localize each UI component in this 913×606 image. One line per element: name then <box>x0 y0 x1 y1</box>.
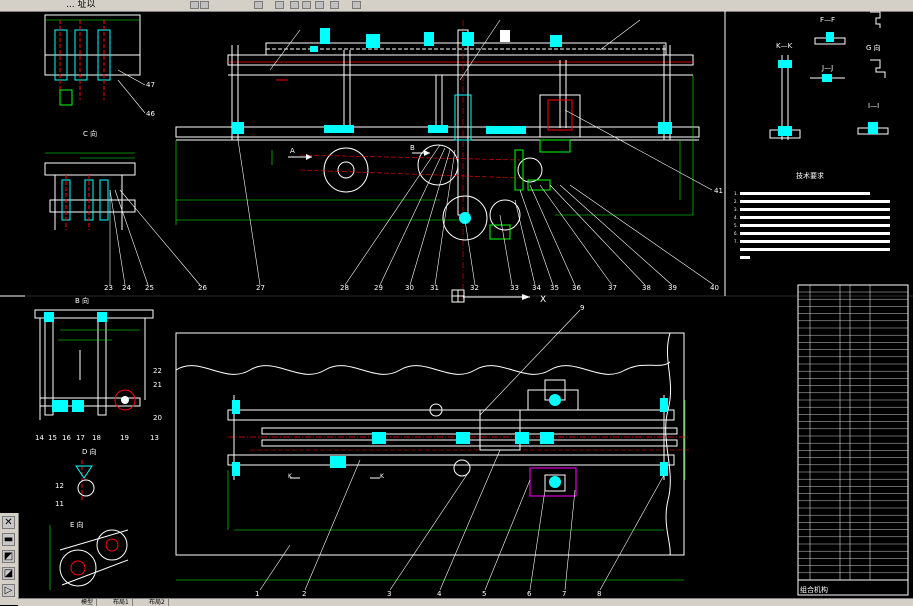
svg-text:11: 11 <box>55 500 64 508</box>
svg-text:46: 46 <box>146 110 155 118</box>
svg-text:1: 1 <box>255 590 259 598</box>
svg-text:D 向: D 向 <box>82 447 97 456</box>
svg-text:23: 23 <box>104 284 113 292</box>
svg-text:17: 17 <box>76 434 85 442</box>
title-block-name: 组合机构 <box>800 585 828 594</box>
b-view-title: B 向 <box>75 296 89 305</box>
svg-text:5: 5 <box>482 590 486 598</box>
save-icon[interactable] <box>190 1 199 9</box>
svg-text:27: 27 <box>256 284 265 292</box>
svg-text:34: 34 <box>532 284 541 292</box>
svg-text:32: 32 <box>470 284 479 292</box>
palette-icon[interactable]: ◩ <box>2 550 15 563</box>
tech-title: 技术要求 <box>796 171 824 180</box>
svg-text:9: 9 <box>580 304 584 312</box>
svg-text:25: 25 <box>145 284 154 292</box>
svg-text:29: 29 <box>374 284 383 292</box>
svg-text:36: 36 <box>572 284 581 292</box>
print-icon[interactable] <box>200 1 209 9</box>
svg-text:F—F: F—F <box>820 16 835 24</box>
svg-text:I—I: I—I <box>868 102 879 110</box>
svg-text:6.: 6. <box>734 231 738 236</box>
svg-text:K—K: K—K <box>776 42 793 50</box>
c-view <box>44 152 136 230</box>
svg-text:22: 22 <box>153 367 162 375</box>
svg-text:E 向: E 向 <box>70 520 84 529</box>
tech-requirements: 技术要求 1. 2. 3. 4. 5. 6. 7. <box>734 171 890 259</box>
svg-text:41: 41 <box>714 187 723 195</box>
drawing-canvas[interactable]: A B X 23 24 25 26 27 28 29 30 31 32 33 3… <box>0 11 913 598</box>
svg-text:14: 14 <box>35 434 44 442</box>
svg-text:12: 12 <box>55 482 64 490</box>
plan-view: K K 1 2 3 4 5 6 7 8 9 <box>175 304 690 598</box>
svg-text:40: 40 <box>710 284 719 292</box>
svg-text:35: 35 <box>550 284 559 292</box>
svg-text:28: 28 <box>340 284 349 292</box>
svg-text:18: 18 <box>92 434 101 442</box>
svg-text:4: 4 <box>437 590 442 598</box>
svg-text:31: 31 <box>430 284 439 292</box>
layer-icon[interactable] <box>302 1 311 9</box>
svg-text:19: 19 <box>120 434 129 442</box>
cube-icon[interactable] <box>254 1 263 9</box>
section-views: F—F G 向 K—K J—J I—I <box>769 11 889 140</box>
svg-text:2: 2 <box>302 590 306 598</box>
svg-text:15: 15 <box>48 434 57 442</box>
svg-text:7.: 7. <box>734 239 738 244</box>
svg-text:7: 7 <box>562 590 566 598</box>
svg-text:K: K <box>380 473 385 480</box>
svg-text:3: 3 <box>387 590 391 598</box>
layer-icon[interactable] <box>315 1 324 9</box>
svg-text:16: 16 <box>62 434 71 442</box>
svg-text:3.: 3. <box>734 207 738 212</box>
d-view: D 向 12 11 <box>55 447 97 508</box>
svg-text:2.: 2. <box>734 199 738 204</box>
svg-text:47: 47 <box>146 81 155 89</box>
parts-list: 组合机构 <box>797 284 909 596</box>
panel-icon[interactable]: ▬ <box>2 533 15 546</box>
svg-text:20: 20 <box>153 414 162 422</box>
left-toolbar: ✕ ▬ ◩ ◪ ▷ <box>0 513 19 605</box>
svg-text:38: 38 <box>642 284 651 292</box>
e-view: E 向 <box>49 520 129 590</box>
svg-text:37: 37 <box>608 284 617 292</box>
svg-text:6: 6 <box>527 590 532 598</box>
balloon-row-1: 23 24 25 26 27 28 29 30 31 32 33 34 35 3… <box>104 187 723 292</box>
svg-text:24: 24 <box>122 284 131 292</box>
svg-text:21: 21 <box>153 381 162 389</box>
toolbar-label: ... 址以 <box>66 0 96 10</box>
section-label-b: B <box>410 144 415 152</box>
layer-icon[interactable] <box>275 1 284 9</box>
svg-text:J—J: J—J <box>821 64 833 72</box>
play-icon[interactable]: ▷ <box>2 584 15 597</box>
svg-text:G 向: G 向 <box>866 43 881 52</box>
layer-icon[interactable] <box>330 1 339 9</box>
svg-text:39: 39 <box>668 284 677 292</box>
svg-text:1.: 1. <box>734 191 738 196</box>
svg-text:K: K <box>288 473 293 480</box>
svg-text:13: 13 <box>150 434 159 442</box>
front-view: A B X <box>109 19 715 305</box>
layer-icon[interactable] <box>290 1 299 9</box>
b-view: B 向 22 21 20 19 18 17 16 15 14 13 <box>34 296 162 442</box>
svg-text:8: 8 <box>597 590 601 598</box>
svg-text:5.: 5. <box>734 223 738 228</box>
c-view-title: C 向 <box>83 129 97 138</box>
svg-text:26: 26 <box>198 284 207 292</box>
detail-top-left: 47 46 C 向 <box>44 14 155 138</box>
svg-text:33: 33 <box>510 284 519 292</box>
layer-dropdown-icon[interactable] <box>352 1 361 9</box>
properties-icon[interactable]: ◪ <box>2 567 15 580</box>
section-label-a: A <box>290 147 295 155</box>
svg-text:4.: 4. <box>734 215 738 220</box>
close-icon[interactable]: ✕ <box>2 516 15 529</box>
svg-text:30: 30 <box>405 284 414 292</box>
ucs-x-label: X <box>540 295 546 305</box>
